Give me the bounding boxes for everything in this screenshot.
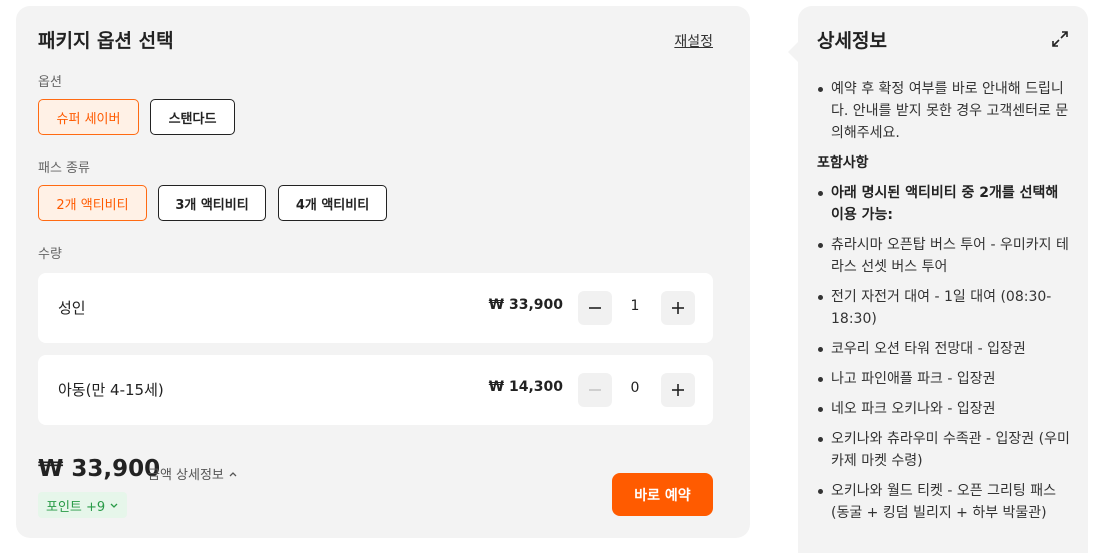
minus-icon (589, 389, 601, 391)
expand-icon[interactable] (1051, 30, 1069, 48)
increment-button[interactable] (661, 373, 695, 407)
included-item: 오키나와 츄라우미 수족관 - 입장권 (우미카제 마켓 수령) (817, 428, 1072, 472)
pass-2-activities-chip[interactable]: 2개 액티비티 (38, 185, 147, 221)
quantity-price: ₩ 33,900 (488, 297, 563, 313)
detail-panel: 상세정보 예약 후 확정 여부를 바로 안내해 드립니다. 안내를 받지 못한 … (788, 6, 1088, 553)
points-badge[interactable]: 포인트 +9 (38, 492, 128, 518)
minus-icon (589, 307, 601, 309)
included-item: 전기 자전거 대여 - 1일 대여 (08:30-18:30) (817, 286, 1072, 330)
panel-pointer (788, 42, 798, 62)
detail-body: 예약 후 확정 여부를 바로 안내해 드립니다. 안내를 받지 못한 경우 고객… (817, 78, 1072, 532)
chevron-up-icon (229, 471, 237, 476)
quantity-value: 1 (630, 298, 640, 314)
included-heading: 포함사항 (817, 155, 869, 171)
included-item: 네오 파크 오키나와 - 입장권 (817, 398, 1072, 420)
included-item: 츄라시마 오픈탑 버스 투어 - 우미카지 테라스 선셋 버스 투어 (817, 234, 1072, 278)
increment-button[interactable] (661, 291, 695, 325)
notice-text: 예약 후 확정 여부를 바로 안내해 드립니다. 안내를 받지 못한 경우 고객… (817, 78, 1072, 144)
price-detail-label: 금액 상세정보 (148, 468, 224, 483)
book-now-button[interactable]: 바로 예약 (612, 473, 713, 516)
quantity-row-adult: 성인 ₩ 33,900 1 (38, 273, 713, 343)
panel-title: 패키지 옵션 선택 (38, 30, 174, 52)
option-super-saver-chip[interactable]: 슈퍼 세이버 (38, 99, 139, 135)
included-item: 오키나와 월드 티켓 - 오픈 그리팅 패스 (동굴 + 킹덤 빌리지 + 하부… (817, 480, 1072, 524)
reset-link[interactable]: 재설정 (674, 31, 713, 51)
plus-icon (672, 384, 684, 396)
quantity-name: 아동(만 4-15세) (58, 381, 164, 399)
quantity-value: 0 (630, 380, 640, 396)
quantity-name: 성인 (58, 299, 86, 317)
points-label: 포인트 +9 (46, 499, 106, 515)
total-price: ₩ 33,900 (38, 456, 161, 482)
quantity-price: ₩ 14,300 (488, 379, 563, 395)
included-item: 나고 파인애플 파크 - 입장권 (817, 368, 1072, 390)
chevron-down-icon (110, 503, 118, 508)
pass-4-activities-chip[interactable]: 4개 액티비티 (278, 185, 387, 221)
decrement-button[interactable] (578, 291, 612, 325)
pass-label: 패스 종류 (38, 161, 90, 176)
package-options-panel: 패키지 옵션 선택 재설정 옵션 슈퍼 세이버 스탠다드 패스 종류 2개 액티… (16, 6, 750, 538)
option-label: 옵션 (38, 75, 62, 90)
detail-title: 상세정보 (817, 30, 887, 52)
price-detail-toggle[interactable]: 금액 상세정보 (148, 464, 238, 483)
quantity-row-child: 아동(만 4-15세) ₩ 14,300 0 (38, 355, 713, 425)
quantity-label: 수량 (38, 247, 62, 262)
included-intro: 아래 명시된 액티비티 중 2개를 선택해 이용 가능: (817, 182, 1072, 226)
plus-icon (672, 302, 684, 314)
pass-3-activities-chip[interactable]: 3개 액티비티 (158, 185, 266, 221)
included-item: 코우리 오션 타워 전망대 - 입장권 (817, 338, 1072, 360)
option-standard-chip[interactable]: 스탠다드 (150, 99, 235, 135)
decrement-button[interactable] (578, 373, 612, 407)
